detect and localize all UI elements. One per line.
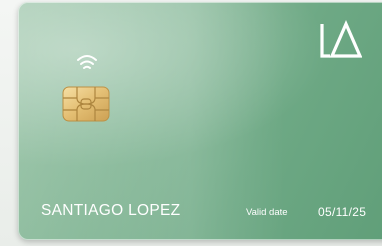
valid-date-label: Valid date [246,207,288,218]
emv-chip-icon [62,86,110,122]
valid-date-value: 05/11/25 [318,205,367,219]
card-stage: SANTIAGO LOPEZ Valid date 05/11/25 [0,0,382,246]
cardholder-name: SANTIAGO LOPEZ [41,202,181,219]
credit-card[interactable]: SANTIAGO LOPEZ Valid date 05/11/25 [18,2,382,240]
contactless-icon [77,55,97,69]
la-logo-icon [320,20,362,58]
